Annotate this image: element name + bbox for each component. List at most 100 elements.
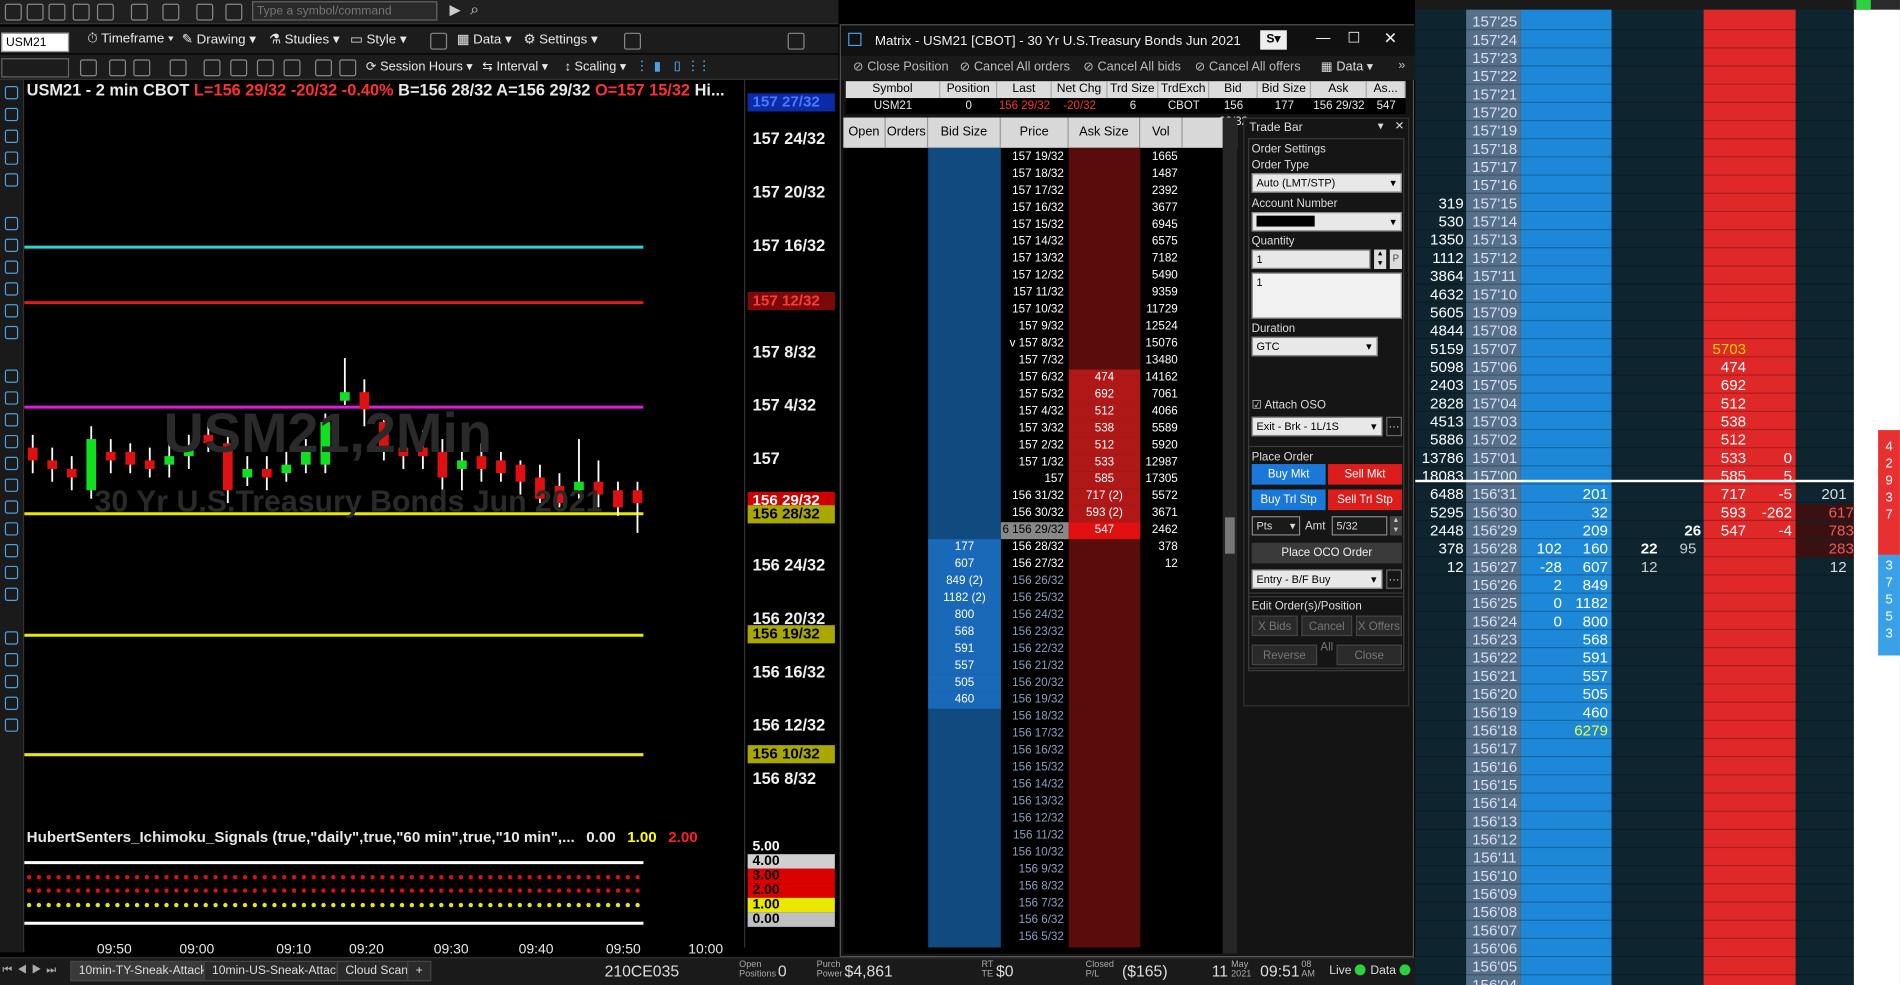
dom-bid-cell[interactable] <box>1521 122 1566 139</box>
dom-ask-size-cell[interactable]: 547 <box>1704 522 1750 539</box>
dom-row[interactable]: 4844 157'08 <box>1415 322 1854 340</box>
dom-bid-size-cell[interactable] <box>1566 450 1612 467</box>
bid-size-cell[interactable] <box>928 709 1001 726</box>
dom-bid-cell[interactable] <box>1521 86 1566 103</box>
zoom-in-icon[interactable] <box>230 59 248 77</box>
dom-ask-cell[interactable] <box>1750 831 1796 848</box>
ask-size-cell[interactable] <box>1069 912 1140 929</box>
ladder-row[interactable]: 1182 (2) 156 25/32 <box>843 590 1225 608</box>
ask-size-cell[interactable] <box>1069 777 1140 794</box>
bid-size-cell[interactable]: 849 (2) <box>928 573 1001 591</box>
dom-ask-cell[interactable] <box>1750 231 1796 248</box>
quote-column-header[interactable]: Net Chg <box>1052 81 1108 99</box>
price-cell[interactable]: 157 12/32 <box>1001 268 1069 285</box>
ladder-row[interactable]: 157 2/32 512 5920 <box>843 437 1225 455</box>
dom-bid-size-cell[interactable] <box>1566 395 1612 412</box>
interval-box[interactable] <box>1 58 70 78</box>
ladder-row[interactable]: 156 31/32 717 (2) 5572 <box>843 488 1225 506</box>
dom-row[interactable]: 157'20 <box>1415 104 1854 122</box>
dom-bid-size-cell[interactable] <box>1566 377 1612 394</box>
dom-ask-cell[interactable] <box>1750 722 1796 739</box>
ask-size-cell[interactable] <box>1069 336 1140 353</box>
dom-bid-cell[interactable] <box>1521 522 1566 539</box>
dom-ask-cell[interactable] <box>1750 740 1796 757</box>
ladder-row[interactable]: 157 18/32 1487 <box>843 166 1225 183</box>
dom-bid-cell[interactable] <box>1521 813 1566 830</box>
dom-row[interactable]: 156'09 <box>1415 886 1854 903</box>
drawing-tool-icon[interactable] <box>4 631 19 645</box>
ladder-scrollbar[interactable] <box>1222 117 1238 954</box>
dom-ask-cell[interactable]: 0 <box>1750 450 1796 467</box>
dom-ask-cell[interactable]: -4 <box>1750 522 1796 539</box>
dom-row[interactable]: 157'24 <box>1415 32 1854 49</box>
drawing-tool-icon[interactable] <box>4 544 19 558</box>
price-cell[interactable]: 156 23/32 <box>1001 624 1069 641</box>
ask-size-cell[interactable] <box>1069 607 1140 624</box>
dom-bid-cell[interactable] <box>1521 13 1566 30</box>
ladder-row[interactable]: 849 (2) 156 26/32 <box>843 573 1225 591</box>
dom-price-cell[interactable]: 156'24 <box>1469 613 1521 630</box>
cancel-all-offers-button[interactable]: ⊘ Cancel All offers <box>1195 59 1301 74</box>
dom-ask-size-cell[interactable] <box>1704 577 1750 594</box>
dom-bid-cell[interactable] <box>1521 359 1566 376</box>
ladder-row[interactable]: 157 17/32 2392 <box>843 183 1225 200</box>
bid-size-cell[interactable] <box>928 878 1001 895</box>
ask-size-cell[interactable] <box>1069 709 1140 726</box>
dom-ask-cell[interactable] <box>1750 940 1796 957</box>
dom-row[interactable]: 156'05 <box>1415 958 1854 976</box>
dom-bid-size-cell[interactable] <box>1566 177 1612 194</box>
ask-size-cell[interactable] <box>1069 556 1140 573</box>
price-cell[interactable]: 156 8/32 <box>1001 878 1069 895</box>
cancel-all-button[interactable]: Cancel All <box>1301 615 1353 654</box>
quote-table-row[interactable]: USM210156 29/32-20/326CBOT156 28/3217715… <box>845 98 1406 128</box>
bid-size-cell[interactable] <box>928 268 1001 285</box>
camera-icon[interactable] <box>196 3 214 21</box>
bid-size-cell[interactable] <box>928 319 1001 336</box>
dom-bid-cell[interactable] <box>1521 340 1566 357</box>
ask-size-cell[interactable] <box>1069 811 1140 828</box>
p-button[interactable]: P <box>1389 249 1402 269</box>
drawing-tool-icon[interactable] <box>4 391 19 405</box>
ladder-row[interactable]: 568 156 23/32 <box>843 623 1225 641</box>
x-offers-button[interactable]: X Offers <box>1355 615 1402 637</box>
dom-ask-size-cell[interactable] <box>1704 668 1750 685</box>
style-menu[interactable]: ▭ Style ▾ <box>350 32 406 48</box>
ask-size-cell[interactable] <box>1069 624 1140 641</box>
dom-price-cell[interactable]: 156'14 <box>1469 795 1521 812</box>
dom-bid-size-cell[interactable]: 505 <box>1566 686 1612 703</box>
dom-ask-size-cell[interactable] <box>1704 922 1750 939</box>
dom-bid-size-cell[interactable] <box>1566 904 1612 921</box>
grid-icon[interactable] <box>4 3 22 21</box>
circle-icon[interactable] <box>79 59 97 77</box>
dom-bid-size-cell[interactable] <box>1566 141 1612 158</box>
attach-oso-checkbox[interactable]: ☑ Attach OSO <box>1252 399 1326 412</box>
dom-ask-cell[interactable] <box>1750 68 1796 85</box>
dom-bid-cell[interactable] <box>1521 431 1566 448</box>
ask-size-cell[interactable] <box>1069 285 1140 302</box>
dom-ask-size-cell[interactable] <box>1704 286 1750 303</box>
x-bids-button[interactable]: X Bids <box>1251 615 1298 637</box>
dom-bid-cell[interactable] <box>1521 68 1566 85</box>
amount-stepper[interactable]: ▴ ▾ <box>1389 516 1402 536</box>
add-tab-button[interactable]: + <box>407 960 432 982</box>
tab-ty-sneak-attack[interactable]: 10min-TY-Sneak-Attack <box>70 960 215 982</box>
price-cell[interactable]: 157 11/32 <box>1001 285 1069 302</box>
dom-bid-cell[interactable] <box>1521 686 1566 703</box>
price-cell[interactable]: 156 21/32 <box>1001 658 1069 675</box>
tab-cloud-scan[interactable]: Cloud Scan <box>336 960 417 982</box>
price-cell[interactable]: 156 7/32 <box>1001 895 1069 912</box>
dom-bid-cell[interactable] <box>1521 504 1566 521</box>
ask-size-cell[interactable] <box>1069 539 1140 556</box>
dom-price-cell[interactable]: 157'20 <box>1469 104 1521 121</box>
drawing-tool-icon[interactable] <box>4 522 19 536</box>
price-cell[interactable]: 157 10/32 <box>1001 302 1069 319</box>
dom-bid-cell[interactable] <box>1521 413 1566 430</box>
dom-ask-cell[interactable] <box>1750 122 1796 139</box>
drawing-tool-icon[interactable] <box>4 282 19 296</box>
ask-size-cell[interactable] <box>1069 641 1140 658</box>
print-icon[interactable] <box>48 3 66 21</box>
dock-icon[interactable] <box>624 32 641 50</box>
bid-size-cell[interactable] <box>928 912 1001 929</box>
dom-ask-size-cell[interactable] <box>1704 958 1750 975</box>
dom-ask-size-cell[interactable] <box>1704 50 1750 67</box>
